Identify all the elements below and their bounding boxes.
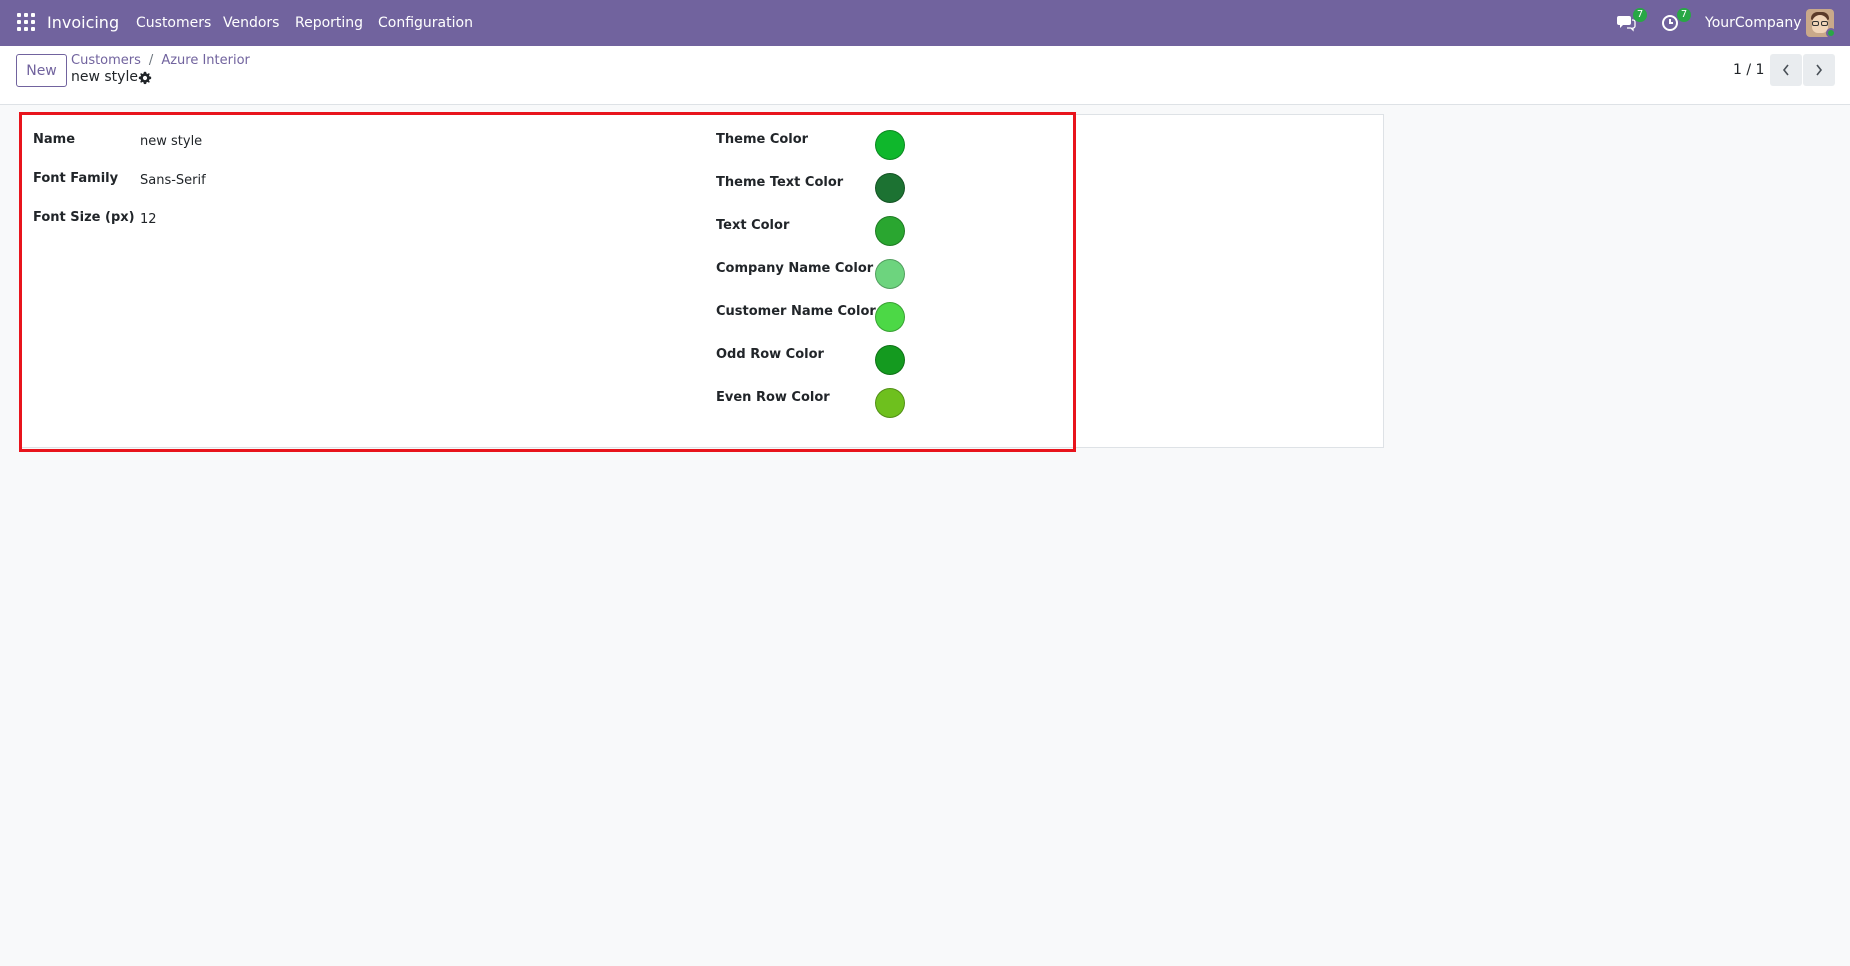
top-navbar: Invoicing Customers Vendors Reporting Co… (0, 0, 1850, 46)
gear-icon[interactable] (138, 70, 152, 85)
breadcrumb-customers[interactable]: Customers (71, 53, 141, 68)
chevron-right-icon (1816, 64, 1823, 76)
font-size-label: Font Size (px) (33, 210, 135, 225)
menu-reporting[interactable]: Reporting (295, 15, 363, 31)
theme-color-swatch[interactable] (875, 130, 905, 160)
chevron-left-icon (1782, 64, 1789, 76)
messages-badge: 7 (1633, 8, 1647, 22)
theme-color-label: Theme Color (716, 132, 809, 147)
activities-badge: 7 (1677, 8, 1691, 22)
pager-next-button[interactable] (1803, 54, 1835, 86)
breadcrumb-azure-interior[interactable]: Azure Interior (161, 53, 250, 68)
name-label: Name (33, 132, 76, 147)
menu-configuration[interactable]: Configuration (378, 15, 473, 31)
font-family-field[interactable]: Sans-Serif (140, 173, 206, 188)
odd-row-color-swatch[interactable] (875, 345, 905, 375)
customer-name-color-label: Customer Name Color (716, 304, 876, 319)
messages-icon[interactable]: 7 (1616, 8, 1647, 34)
control-panel: New Customers / Azure Interior new style 1… (0, 46, 1850, 105)
activity-clock-icon[interactable]: 7 (1660, 8, 1691, 34)
theme-text-color-swatch[interactable] (875, 173, 905, 203)
breadcrumb-separator: / (148, 53, 154, 68)
breadcrumb: Customers / Azure Interior (71, 53, 250, 68)
record-title: new style (71, 69, 138, 85)
apps-menu-icon[interactable] (17, 13, 35, 31)
company-name-color-label: Company Name Color (716, 261, 874, 276)
online-status-dot (1826, 28, 1836, 38)
font-size-field[interactable]: 12 (140, 212, 157, 227)
menu-customers[interactable]: Customers (136, 15, 211, 31)
odd-row-color-label: Odd Row Color (716, 347, 824, 362)
even-row-color-swatch[interactable] (875, 388, 905, 418)
pager-value[interactable]: 1 / 1 (1733, 62, 1764, 78)
customer-name-color-swatch[interactable] (875, 302, 905, 332)
theme-text-color-label: Theme Text Color (716, 175, 844, 190)
form-sheet (19, 114, 1384, 448)
text-color-label: Text Color (716, 218, 790, 233)
font-family-label: Font Family (33, 171, 119, 186)
company-name-color-swatch[interactable] (875, 259, 905, 289)
menu-vendors[interactable]: Vendors (223, 15, 279, 31)
new-button[interactable]: New (16, 54, 67, 87)
pager-previous-button[interactable] (1770, 54, 1802, 86)
text-color-swatch[interactable] (875, 216, 905, 246)
name-field[interactable]: new style (140, 134, 202, 149)
even-row-color-label: Even Row Color (716, 390, 830, 405)
company-switcher[interactable]: YourCompany (1705, 15, 1802, 31)
app-name[interactable]: Invoicing (47, 13, 119, 32)
